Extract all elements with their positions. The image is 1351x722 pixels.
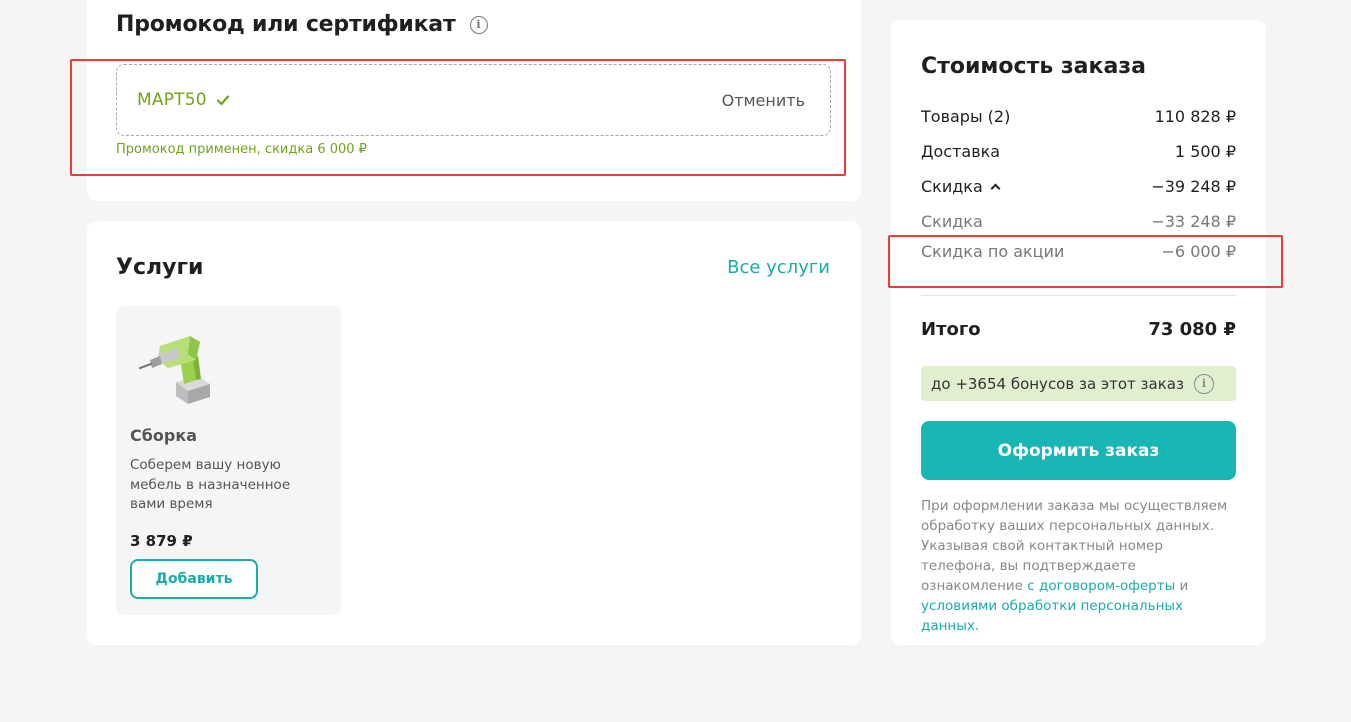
- bonus-text: до +3654 бонусов за этот заказ: [931, 374, 1184, 393]
- promo-code-text: МАРТ50: [137, 90, 207, 110]
- summary-row-discount: Скидка −33 248 ₽: [921, 212, 1236, 231]
- summary-row-label: Скидка: [921, 177, 983, 196]
- summary-row-promo-discount: Скидка по акции −6 000 ₽: [921, 242, 1236, 261]
- all-services-link[interactable]: Все услуги: [727, 257, 830, 278]
- check-icon: [216, 95, 229, 106]
- promo-code-field: МАРТ50 Отменить: [116, 64, 831, 136]
- summary-title: Стоимость заказа: [921, 54, 1146, 79]
- promo-header: Промокод или сертификат i: [116, 12, 488, 37]
- bonus-badge: до +3654 бонусов за этот заказ i: [921, 366, 1236, 401]
- legal-notice: При оформлении заказа мы осуществляем об…: [921, 496, 1241, 636]
- total-value: 73 080 ₽: [1148, 319, 1236, 340]
- summary-row-label: Скидка по акции: [921, 242, 1065, 261]
- checkout-button[interactable]: Оформить заказ: [921, 421, 1236, 480]
- summary-row-value: −6 000 ₽: [1161, 242, 1236, 261]
- service-price: 3 879 ₽: [130, 532, 193, 550]
- services-title: Услуги: [116, 255, 204, 280]
- order-summary-card: Стоимость заказа Товары (2) 110 828 ₽ До…: [891, 20, 1266, 645]
- summary-row-discount-toggle[interactable]: Скидка −39 248 ₽: [921, 177, 1236, 196]
- service-name: Сборка: [130, 426, 198, 445]
- discount-toggle[interactable]: Скидка: [921, 177, 1001, 196]
- service-card: Сборка Соберем вашу новую мебель в назна…: [116, 306, 341, 615]
- summary-row-value: 110 828 ₽: [1154, 107, 1236, 126]
- summary-row-label: Скидка: [921, 212, 983, 231]
- service-description: Соберем вашу новую мебель в назначенное …: [130, 457, 291, 512]
- promo-title: Промокод или сертификат: [116, 12, 456, 37]
- summary-row-value: −39 248 ₽: [1151, 177, 1236, 196]
- services-card: Услуги Все услуги Сборка Соберем вашу но…: [87, 221, 861, 645]
- summary-row-value: 1 500 ₽: [1174, 142, 1236, 161]
- offer-contract-link[interactable]: с договором-оферты: [1027, 578, 1175, 594]
- data-processing-link[interactable]: условиями обработки персональных данных.: [921, 598, 1183, 634]
- promo-code-value: МАРТ50: [137, 90, 230, 110]
- checkout-page: Промокод или сертификат i МАРТ50 Отменит…: [0, 0, 1351, 722]
- summary-row-goods: Товары (2) 110 828 ₽: [921, 107, 1236, 126]
- summary-row-delivery: Доставка 1 500 ₽: [921, 142, 1236, 161]
- promo-status-message: Промокод применен, скидка 6 000 ₽: [116, 142, 367, 157]
- summary-row-value: −33 248 ₽: [1151, 212, 1236, 231]
- add-service-button[interactable]: Добавить: [130, 559, 258, 599]
- cancel-promo-button[interactable]: Отменить: [722, 91, 805, 110]
- chevron-up-icon: [990, 183, 1001, 194]
- summary-divider: [921, 295, 1236, 296]
- summary-row-label: Доставка: [921, 142, 1001, 161]
- info-icon[interactable]: i: [1193, 373, 1214, 394]
- summary-row-label: Товары (2): [921, 107, 1011, 126]
- legal-and: и: [1179, 578, 1189, 594]
- total-label: Итого: [921, 319, 981, 340]
- info-icon[interactable]: i: [469, 15, 488, 34]
- drill-icon: [138, 336, 210, 404]
- promo-card: Промокод или сертификат i МАРТ50 Отменит…: [87, 0, 861, 201]
- summary-total: Итого 73 080 ₽: [921, 319, 1236, 340]
